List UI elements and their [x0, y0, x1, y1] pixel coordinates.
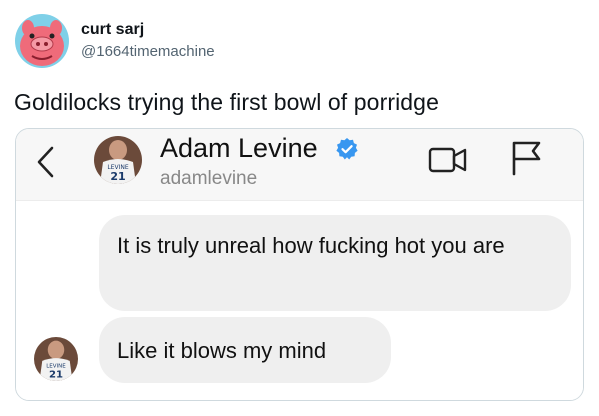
jersey-number: 21	[49, 369, 63, 380]
sender-avatar[interactable]: LEVINE 21	[34, 337, 78, 381]
message-bubble[interactable]: It is truly unreal how fucking hot you a…	[99, 215, 571, 311]
jersey-avatar-icon: LEVINE 21	[34, 337, 78, 381]
name-block: curt sarj @1664timemachine	[81, 20, 215, 62]
chevron-left-icon[interactable]	[34, 145, 58, 179]
display-name[interactable]: curt sarj	[81, 20, 215, 40]
tweet-media-screenshot[interactable]: LEVINE 21 Adam Levine adamlevine It is t…	[15, 128, 584, 401]
user-handle[interactable]: @1664timemachine	[81, 42, 215, 62]
video-call-icon[interactable]	[428, 146, 468, 174]
tweet-text: Goldilocks trying the first bowl of porr…	[14, 89, 439, 115]
tweet-header: curt sarj @1664timemachine	[15, 14, 215, 68]
dm-thread: It is truly unreal how fucking hot you a…	[16, 202, 583, 400]
flag-icon[interactable]	[509, 140, 543, 176]
message-bubble[interactable]: Like it blows my mind	[99, 317, 391, 383]
contact-handle: adamlevine	[160, 168, 258, 189]
jersey-number: 21	[110, 170, 125, 183]
jersey-label: LEVINE	[46, 363, 66, 369]
contact-avatar[interactable]: LEVINE 21	[94, 136, 142, 184]
user-avatar[interactable]	[15, 14, 69, 68]
jersey-avatar-icon: LEVINE 21	[94, 136, 142, 184]
cartoon-pig-avatar-icon	[15, 14, 69, 68]
dm-header: LEVINE 21 Adam Levine adamlevine	[16, 129, 583, 201]
verified-badge-icon	[336, 138, 358, 160]
contact-name[interactable]: Adam Levine	[160, 133, 318, 164]
